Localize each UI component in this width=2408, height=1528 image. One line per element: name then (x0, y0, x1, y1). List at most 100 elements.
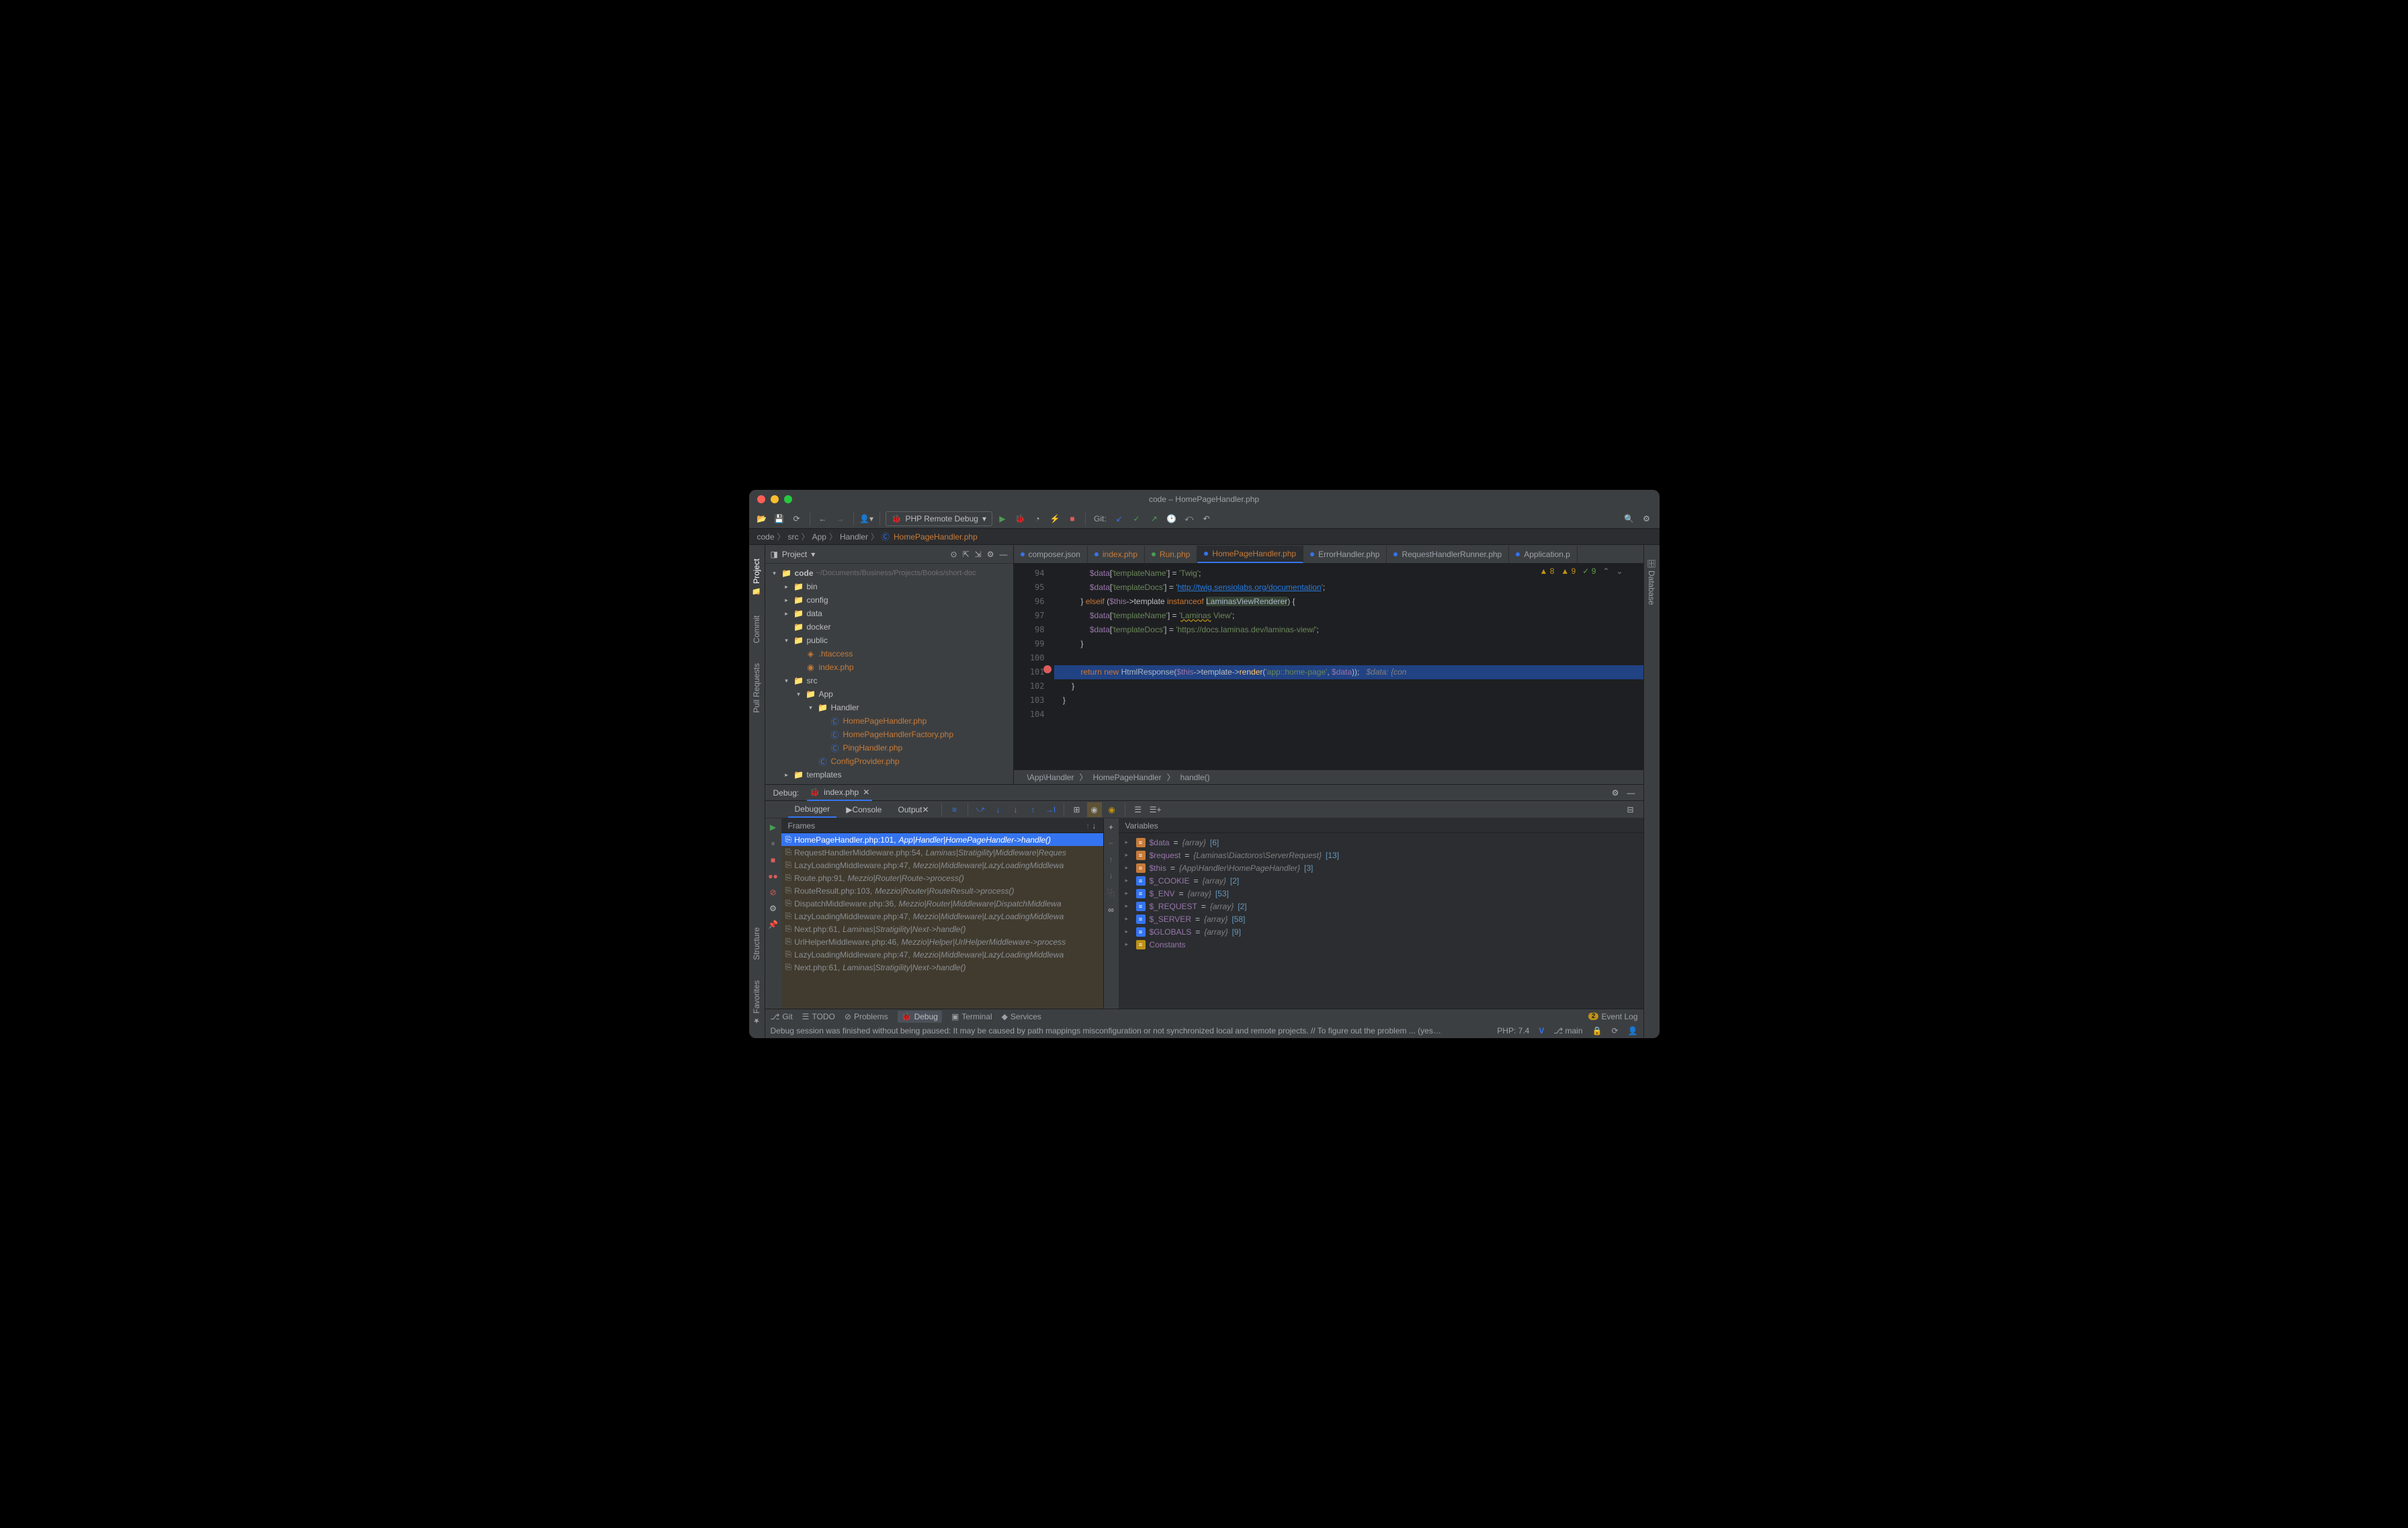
view-bp-icon[interactable]: ●● (768, 872, 778, 881)
variable-row[interactable]: ▸≡ $_COOKIE = {array} [2] (1119, 874, 1643, 887)
event-log-btn[interactable]: 2 Event Log (1588, 1012, 1638, 1021)
coin-icon[interactable]: ◉ (1105, 802, 1119, 817)
layout-icon[interactable]: ⊟ (1623, 802, 1638, 817)
status-message[interactable]: Debug session was finished without being… (771, 1026, 1443, 1035)
select-opened-icon[interactable]: ⊙ (951, 550, 957, 559)
structure-tool-tab[interactable]: Structure (752, 927, 761, 960)
tree-node[interactable]: ▾📁App (765, 687, 1013, 701)
prev-frame-icon[interactable]: ↑ (1086, 821, 1090, 831)
stack-frame[interactable]: ⎘ Next.php:61, Laminas|Stratigility|Next… (781, 961, 1103, 974)
editor-tab[interactable]: RequestHandlerRunner.php (1387, 546, 1509, 563)
code-editor[interactable]: 949596979899100101102103104 $data['templ… (1014, 564, 1643, 769)
step-out-icon[interactable]: ↑ (1026, 802, 1041, 817)
variable-row[interactable]: ▸≡ $data = {array} [6] (1119, 836, 1643, 849)
code-content[interactable]: $data['templateName'] = 'Twig'; $data['t… (1054, 564, 1643, 769)
breadcrumb-item[interactable]: src (788, 532, 799, 542)
step-over-icon[interactable]: ⤻ (974, 802, 988, 817)
list-icon[interactable]: ☰ (1131, 802, 1146, 817)
trace-icon[interactable]: ◉ (1087, 802, 1102, 817)
stop-icon[interactable]: ■ (1065, 511, 1080, 526)
debug-tool-btn[interactable]: 🐞 Debug (898, 1011, 942, 1023)
mute-bp-icon[interactable]: ⊘ (769, 888, 776, 897)
editor-tab[interactable]: HomePageHandler.php (1197, 546, 1303, 563)
git-tool-btn[interactable]: ⎇ Git (771, 1012, 793, 1021)
project-tree[interactable]: ▾📁 code ~/Documents/Business/Projects/Bo… (765, 564, 1013, 784)
editor-tab[interactable]: ErrorHandler.php (1303, 546, 1387, 563)
stack-frame[interactable]: ⎘ LazyLoadingMiddleware.php:47, Mezzio|M… (781, 910, 1103, 923)
crumb-item[interactable]: handle() (1180, 773, 1210, 782)
up-icon[interactable]: ↑ (1109, 855, 1113, 864)
vagrant-icon[interactable]: V (1539, 1026, 1544, 1035)
undo-icon[interactable]: ↶ (1199, 511, 1214, 526)
tree-node[interactable]: ⒸConfigProvider.php (765, 755, 1013, 768)
breakpoint-icon[interactable] (1043, 665, 1051, 673)
breadcrumb-item[interactable]: App (812, 532, 826, 542)
branch-widget[interactable]: ⎇ main (1553, 1026, 1582, 1035)
sync-icon[interactable]: ⟳ (1611, 1026, 1618, 1035)
close-icon[interactable]: ✕ (863, 788, 869, 797)
tree-node[interactable]: ⒸHomePageHandler.php (765, 714, 1013, 728)
stack-frame[interactable]: ⎘ LazyLoadingMiddleware.php:47, Mezzio|M… (781, 948, 1103, 961)
terminal-tool-btn[interactable]: ▣ Terminal (951, 1012, 992, 1021)
stack-frame[interactable]: ⎘ Next.php:61, Laminas|Stratigility|Next… (781, 923, 1103, 935)
tree-node[interactable]: ▸📁data (765, 607, 1013, 620)
php-version[interactable]: PHP: 7.4 (1497, 1026, 1529, 1035)
stop-icon[interactable]: ■ (771, 855, 775, 865)
favorites-tool-tab[interactable]: ★ Favorites (752, 980, 761, 1025)
open-icon[interactable]: 📂 (755, 511, 769, 526)
variables-list[interactable]: ▸≡ $data = {array} [6]▸≡ $request = {Lam… (1119, 833, 1643, 1009)
settings-icon[interactable]: ⚙ (769, 904, 777, 913)
show-exec-icon[interactable]: ≡ (947, 802, 962, 817)
tree-node[interactable]: ⒸPingHandler.php (765, 741, 1013, 755)
chevron-down-icon[interactable]: ▾ (811, 550, 815, 559)
settings-icon[interactable]: ⚙ (1639, 511, 1654, 526)
run-config-selector[interactable]: 🐞 PHP Remote Debug ▾ (886, 511, 993, 526)
stack-frame[interactable]: ⎘ Route.php:91, Mezzio|Router|Route->pro… (781, 872, 1103, 884)
copy-icon[interactable]: ⿻ (1107, 887, 1115, 898)
link-icon[interactable]: ∞ (1108, 905, 1114, 915)
tree-node[interactable]: ▸📁bin (765, 580, 1013, 593)
debug-icon[interactable]: 🐞 (1013, 511, 1027, 526)
tree-node[interactable]: 📁docker (765, 620, 1013, 634)
stack-frame[interactable]: ⎘ DispatchMiddleware.php:36, Mezzio|Rout… (781, 897, 1103, 910)
crumb-item[interactable]: \App\Handler (1027, 773, 1074, 782)
breadcrumb-item[interactable]: Handler (840, 532, 868, 542)
variable-row[interactable]: ▸≡ Constants (1119, 938, 1643, 951)
pullreq-tool-tab[interactable]: Pull Requests (752, 663, 761, 713)
variable-row[interactable]: ▸≡ $request = {Laminas\Diactoros\ServerR… (1119, 849, 1643, 861)
refresh-icon[interactable]: ⟳ (789, 511, 804, 526)
commit-icon[interactable]: ✓ (1129, 511, 1144, 526)
person-icon[interactable]: 👤 (1628, 1026, 1638, 1035)
editor-tab[interactable]: Application.p (1509, 546, 1578, 563)
breadcrumb-item[interactable]: code (757, 532, 775, 542)
console-tab[interactable]: ▶ Console (839, 801, 888, 818)
add-icon[interactable]: + (1109, 822, 1113, 832)
hide-icon[interactable]: — (1000, 550, 1008, 559)
variable-row[interactable]: ▸≡ $this = {App\Handler\HomePageHandler}… (1119, 861, 1643, 874)
debug-session-tab[interactable]: 🐞 index.php ✕ (807, 785, 872, 801)
gear-icon[interactable]: ⚙ (1612, 788, 1619, 798)
forward-icon[interactable]: → (833, 511, 848, 526)
profile-icon[interactable]: ⚡ (1047, 511, 1062, 526)
run-to-cursor-icon[interactable]: →I (1043, 802, 1058, 817)
back-icon[interactable]: ← (816, 511, 830, 526)
rollback-icon[interactable]: ⤺ (1182, 511, 1197, 526)
gear-icon[interactable]: ⚙ (987, 550, 994, 559)
frames-list[interactable]: ⎘ HomePageHandler.php:101, App|Handler|H… (781, 833, 1103, 1009)
save-icon[interactable]: 💾 (772, 511, 787, 526)
tree-node[interactable]: ⒸHomePageHandlerFactory.php (765, 728, 1013, 741)
minimize-traffic-light[interactable] (771, 495, 779, 503)
breadcrumb-item[interactable]: HomePageHandler.php (894, 532, 978, 542)
inspections-widget[interactable]: ▲ 8 ▲ 9 ✓ 9 ⌃⌄ (1539, 566, 1623, 576)
variable-row[interactable]: ▸≡ $_REQUEST = {array} [2] (1119, 900, 1643, 912)
remove-icon[interactable]: − (1109, 839, 1113, 848)
update-icon[interactable]: ↙ (1112, 511, 1127, 526)
tree-node[interactable]: ▸📁templates (765, 768, 1013, 781)
maximize-traffic-light[interactable] (784, 495, 792, 503)
stack-frame[interactable]: ⎘ HomePageHandler.php:101, App|Handler|H… (781, 833, 1103, 846)
editor-tab[interactable]: index.php (1088, 546, 1145, 563)
stack-frame[interactable]: ⎘ RequestHandlerMiddleware.php:54, Lamin… (781, 846, 1103, 859)
with-me-icon[interactable]: 👤▾ (859, 511, 874, 526)
editor-tab[interactable]: Run.php (1145, 546, 1197, 563)
hide-icon[interactable]: — (1627, 788, 1635, 798)
